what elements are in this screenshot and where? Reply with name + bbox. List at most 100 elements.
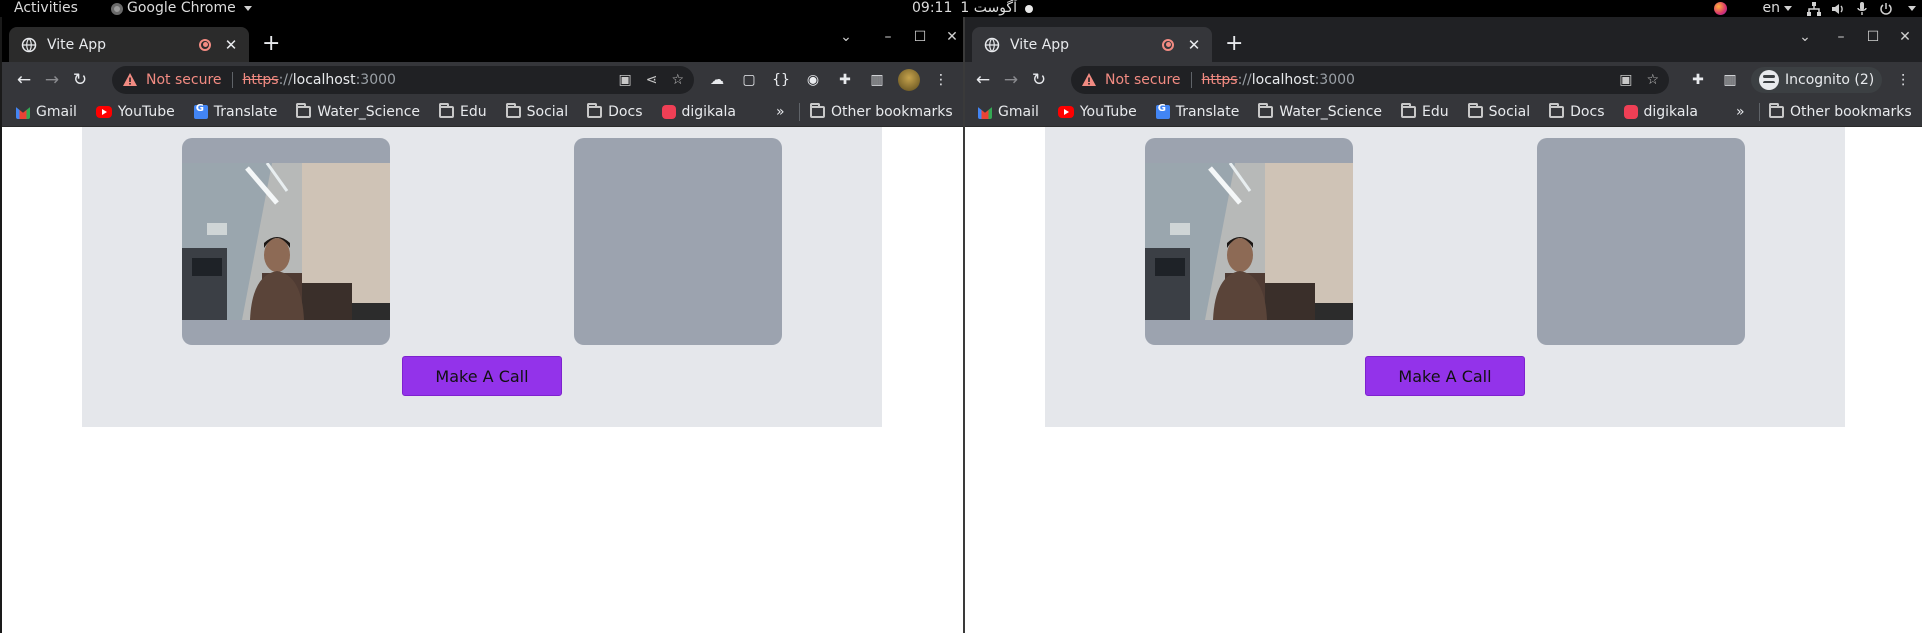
bookmark-gmail[interactable]: Gmail bbox=[978, 104, 1039, 120]
more-bookmarks-button[interactable]: » bbox=[776, 104, 785, 120]
digikala-icon bbox=[1623, 105, 1638, 119]
address-bar[interactable]: Not secure https://localhost:3000 ▣ ⋖ ☆ bbox=[112, 66, 694, 94]
make-call-button[interactable]: Make A Call bbox=[402, 356, 562, 396]
cloud-extension-icon[interactable]: ☁ bbox=[706, 72, 728, 88]
recording-icon bbox=[1162, 38, 1174, 51]
window-close-icon[interactable]: ✕ bbox=[936, 29, 963, 45]
reload-icon[interactable]: ↻ bbox=[1025, 66, 1053, 94]
maximize-icon[interactable]: ☐ bbox=[1857, 29, 1889, 45]
star-icon[interactable]: ☆ bbox=[1646, 72, 1659, 88]
microphone-icon[interactable] bbox=[1850, 0, 1874, 17]
make-call-button[interactable]: Make A Call bbox=[1365, 356, 1525, 396]
volume-icon[interactable] bbox=[1826, 0, 1850, 17]
other-bookmarks[interactable]: Other bookmarks bbox=[810, 103, 953, 120]
language-indicator[interactable]: en bbox=[1753, 0, 1803, 17]
gmail-icon bbox=[16, 107, 30, 119]
activities-button[interactable]: Activities bbox=[14, 0, 78, 17]
side-panel-icon[interactable]: ▥ bbox=[866, 72, 888, 88]
tab-title: Vite App bbox=[47, 36, 107, 53]
translate-icon bbox=[1155, 103, 1170, 119]
bookmark-youtube[interactable]: YouTube bbox=[1057, 104, 1137, 120]
bookmark-translate[interactable]: Translate bbox=[193, 103, 277, 120]
extension-tile-icon[interactable]: ▢ bbox=[738, 72, 760, 88]
folder-icon bbox=[1467, 103, 1483, 118]
bookmark-water-science[interactable]: Water_Science bbox=[296, 103, 420, 120]
folder-icon bbox=[1549, 103, 1565, 118]
tab-vite-app[interactable]: Vite App ✕ bbox=[972, 27, 1212, 62]
extensions-icon[interactable]: ✚ bbox=[1687, 72, 1709, 88]
bookmark-edu[interactable]: Edu bbox=[1401, 103, 1449, 120]
bookmark-social[interactable]: Social bbox=[505, 103, 568, 120]
side-panel-icon[interactable]: ▥ bbox=[1719, 72, 1741, 88]
tab-strip: Vite App ✕ + ⌄ – ☐ ✕ bbox=[0, 17, 963, 62]
globe-icon bbox=[984, 37, 1000, 52]
warning-icon bbox=[1082, 73, 1096, 86]
other-bookmarks[interactable]: Other bookmarks bbox=[1769, 103, 1912, 120]
bracket-extension-icon[interactable]: {} bbox=[770, 72, 792, 88]
minimize-icon[interactable]: – bbox=[1825, 29, 1857, 45]
bookmark-docs[interactable]: Docs bbox=[1549, 103, 1605, 120]
system-tray: en bbox=[1709, 0, 1922, 17]
menu-icon[interactable]: ⋮ bbox=[930, 72, 952, 88]
tab-vite-app[interactable]: Vite App ✕ bbox=[9, 27, 249, 62]
address-bar[interactable]: Not secure https://localhost:3000 ▣ ☆ bbox=[1071, 66, 1669, 94]
remote-video bbox=[574, 138, 782, 345]
bookmark-edu[interactable]: Edu bbox=[439, 103, 487, 120]
tab-search-icon[interactable]: ⌄ bbox=[1789, 29, 1821, 45]
power-icon[interactable] bbox=[1874, 0, 1898, 17]
gmail-icon bbox=[978, 107, 992, 119]
security-label: Not secure bbox=[1105, 72, 1181, 88]
window-close-icon[interactable]: ✕ bbox=[1889, 29, 1921, 45]
browser-window-left: Vite App ✕ + ⌄ – ☐ ✕ ← → ↻ Not secure ht… bbox=[0, 17, 963, 633]
incognito-icon bbox=[1759, 70, 1779, 90]
maximize-icon[interactable]: ☐ bbox=[904, 29, 936, 45]
new-tab-button[interactable]: + bbox=[262, 33, 280, 55]
clock[interactable]: 09:11 1 آگوست bbox=[912, 0, 1033, 17]
bookmark-social[interactable]: Social bbox=[1467, 103, 1530, 120]
bookmark-docs[interactable]: Docs bbox=[587, 103, 643, 120]
minimize-icon[interactable]: – bbox=[872, 29, 904, 45]
camera-icon[interactable]: ▣ bbox=[618, 72, 631, 88]
forward-icon[interactable]: → bbox=[997, 66, 1025, 94]
network-icon[interactable] bbox=[1802, 0, 1826, 17]
app-menu[interactable]: Google Chrome bbox=[111, 0, 252, 17]
bookmark-digikala[interactable]: digikala bbox=[1623, 104, 1698, 120]
bookmark-digikala[interactable]: digikala bbox=[661, 104, 736, 120]
tab-search-icon[interactable]: ⌄ bbox=[830, 29, 862, 45]
forward-icon[interactable]: → bbox=[38, 66, 66, 94]
firefox-icon[interactable] bbox=[1709, 0, 1733, 17]
star-icon[interactable]: ☆ bbox=[671, 72, 684, 88]
close-icon[interactable]: ✕ bbox=[1186, 36, 1202, 54]
webcam-feed bbox=[1145, 163, 1353, 320]
digikala-icon bbox=[661, 105, 676, 119]
youtube-icon bbox=[1057, 106, 1074, 118]
system-menu-chevron-icon[interactable] bbox=[1898, 0, 1922, 17]
extensions-icon[interactable]: ✚ bbox=[834, 72, 856, 88]
share-icon[interactable]: ⋖ bbox=[646, 72, 658, 88]
folder-icon bbox=[587, 103, 603, 118]
security-label: Not secure bbox=[146, 72, 222, 88]
bookmark-gmail[interactable]: Gmail bbox=[16, 104, 77, 120]
camera-icon[interactable]: ▣ bbox=[1619, 72, 1632, 88]
back-icon[interactable]: ← bbox=[10, 66, 38, 94]
activities-label: Activities bbox=[14, 0, 78, 16]
call-panel: Make A Call bbox=[82, 127, 882, 427]
menu-icon[interactable]: ⋮ bbox=[1892, 72, 1914, 88]
grammarly-icon[interactable]: ◉ bbox=[802, 72, 824, 88]
reload-icon[interactable]: ↻ bbox=[66, 66, 94, 94]
window-controls: ⌄ – ☐ ✕ bbox=[1789, 29, 1921, 45]
url-text: https://localhost:3000 bbox=[242, 72, 396, 88]
back-icon[interactable]: ← bbox=[969, 66, 997, 94]
bookmark-translate[interactable]: Translate bbox=[1155, 103, 1239, 120]
more-bookmarks-button[interactable]: » bbox=[1736, 104, 1745, 120]
incognito-indicator[interactable]: Incognito (2) bbox=[1751, 67, 1883, 93]
bookmark-water-science[interactable]: Water_Science bbox=[1258, 103, 1382, 120]
new-tab-button[interactable]: + bbox=[1225, 33, 1243, 55]
profile-avatar[interactable] bbox=[898, 69, 920, 91]
page-content: Make A Call bbox=[0, 127, 963, 627]
clock-time: 09:11 bbox=[912, 0, 953, 16]
system-top-bar: Activities Google Chrome 09:11 1 آگوست e… bbox=[0, 0, 1922, 17]
close-icon[interactable]: ✕ bbox=[223, 36, 239, 54]
browser-toolbar: ← → ↻ Not secure https://localhost:3000 … bbox=[963, 62, 1922, 98]
bookmark-youtube[interactable]: YouTube bbox=[95, 104, 175, 120]
